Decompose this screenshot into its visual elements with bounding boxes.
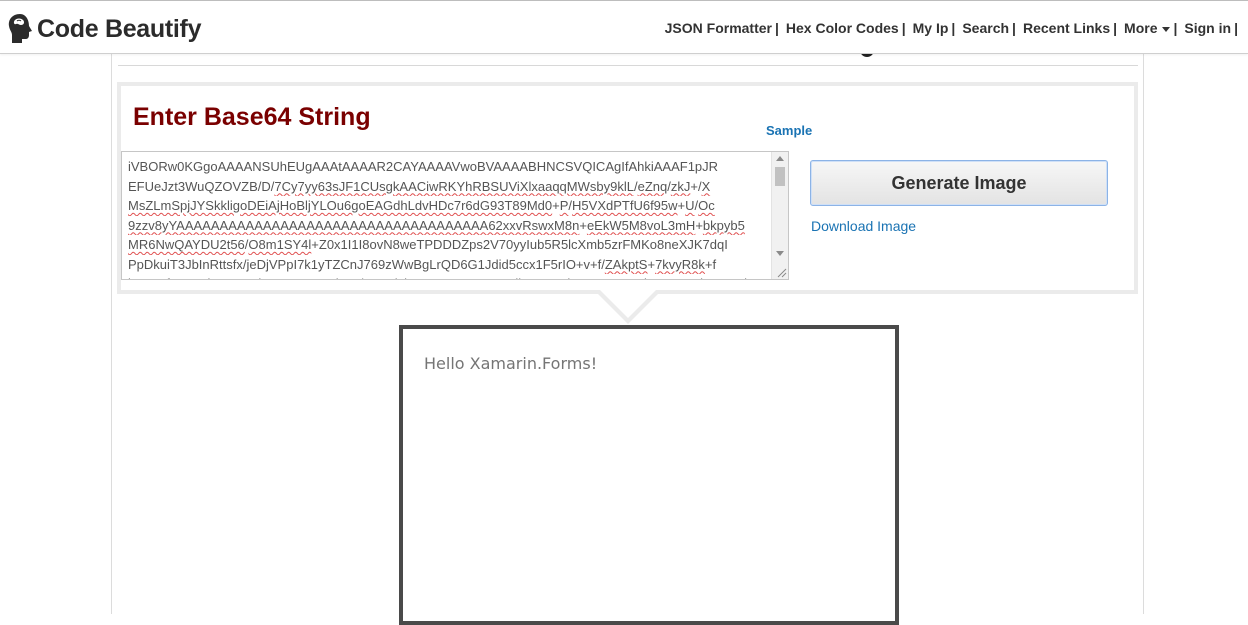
image-preview: Hello Xamarin.Forms! [399, 325, 899, 625]
textarea-line: 9zzv8yYAAAAAAAAAAAAAAAAAAAAAAAAAAAAAAAAA… [128, 217, 745, 233]
misspelled-word: U [685, 198, 695, 213]
misspelled-word: 7kvyR8k [655, 256, 705, 272]
nav-separator: | [1012, 20, 1016, 36]
nav-search[interactable]: Search [962, 20, 1009, 36]
misspelled-word: O8m1SY4l [248, 237, 312, 252]
preview-image-text: Hello Xamarin.Forms! [424, 354, 598, 373]
panel-pointer-fill [600, 290, 656, 318]
textarea-scrollbar[interactable] [771, 152, 788, 279]
textarea-line: MR6NwQAYDU2t56/O8m1SY4l+Z0x1I1I8ovN8weTP… [128, 237, 728, 252]
nav-more-dropdown[interactable]: More [1124, 20, 1171, 36]
textarea-line: EFUeJzt3WuQZOVZB/D/7Cy7yy63sJF1CUsgkAACi… [128, 178, 711, 194]
generate-image-button[interactable]: Generate Image [810, 160, 1108, 206]
top-nav: JSON Formatter | Hex Color Codes | My Ip | … [665, 20, 1238, 36]
misspelled-word: MsZLmSpjJYSkkligoDEiAjHoBljYLOu6goEAGdhL… [128, 198, 553, 213]
misspelled-word: zkJ [670, 178, 691, 194]
textarea-line: MsZLmSpjJYSkkligoDEiAjHoBljYLOu6goEAGdhL… [128, 198, 715, 213]
sample-link[interactable]: Sample [766, 123, 812, 138]
download-image-link[interactable]: Download Image [811, 218, 916, 234]
misspelled-word: P [559, 198, 569, 213]
nav-hex-color-codes[interactable]: Hex Color Codes [786, 20, 899, 36]
misspelled-word: Oc [698, 198, 715, 213]
misspelled-word: 9zzv8yYAAAAAAAAAAAAAAAAAAAAAAAAAAAAAAAAA… [128, 217, 580, 233]
nav-json-formatter[interactable]: JSON Formatter [665, 20, 772, 36]
misspelled-word: eEkW5M8voL3mH [586, 217, 696, 233]
scroll-up-icon[interactable] [776, 156, 784, 161]
textarea-line: iB9IY9fSt2m3iDn+yQ8hQ5eXGKJtFiEW/TANxlJb… [128, 274, 768, 279]
nav-separator: | [1113, 20, 1118, 36]
nav-separator: | [951, 20, 956, 36]
textarea-text: iVBORw0KGgoAAAANSUhEUgAAAtAAAAR2CAYAAAAV… [128, 157, 768, 279]
nav-recent-links[interactable]: Recent Links [1023, 20, 1110, 36]
caret-down-icon [1162, 26, 1171, 32]
divider [118, 65, 1138, 66]
top-navbar: Code Beautify JSON Formatter | Hex Color … [0, 0, 1248, 54]
base64-textarea[interactable]: iVBORw0KGgoAAAANSUhEUgAAAtAAAAR2CAYAAAAV… [121, 151, 789, 280]
nav-my-ip[interactable]: My Ip [913, 20, 949, 36]
nav-more-label: More [1124, 20, 1158, 36]
textarea-line: iVBORw0KGgoAAAANSUhEUgAAAtAAAAR2CAYAAAAV… [128, 159, 719, 174]
misspelled-word: ZAkptS [604, 256, 648, 272]
textarea-line: PpDkuiT3JbInRttsfx/jeDjVPpI7k1yTZCnJ769z… [128, 256, 717, 272]
nav-separator: | [774, 20, 779, 36]
nav-sign-in[interactable]: Sign in [1184, 20, 1231, 36]
scroll-down-icon[interactable] [776, 251, 784, 256]
misspelled-word: H5VXdPTfU6f95w [572, 198, 678, 213]
nav-separator: | [1173, 20, 1178, 36]
misspelled-word: eZnq [637, 178, 668, 194]
logo-text: Code Beautify [37, 14, 202, 43]
nav-separator: | [1234, 20, 1238, 36]
nav-separator: | [901, 20, 906, 36]
misspelled-word: MR6NwQAYDU2t56 [128, 237, 245, 252]
misspelled-word: 7Cy7yy63sJF1CUsgkAACiwRKYhRBSUViXlxaaqqM… [274, 178, 634, 194]
misspelled-word: bkpyb5 [702, 217, 745, 233]
scroll-thumb[interactable] [775, 167, 785, 186]
resize-grip-icon[interactable] [772, 263, 788, 279]
site-logo[interactable]: Code Beautify [6, 11, 201, 47]
panel-title: Enter Base64 String [133, 103, 371, 131]
misspelled-word: X [701, 178, 711, 194]
brain-head-icon [8, 14, 33, 43]
